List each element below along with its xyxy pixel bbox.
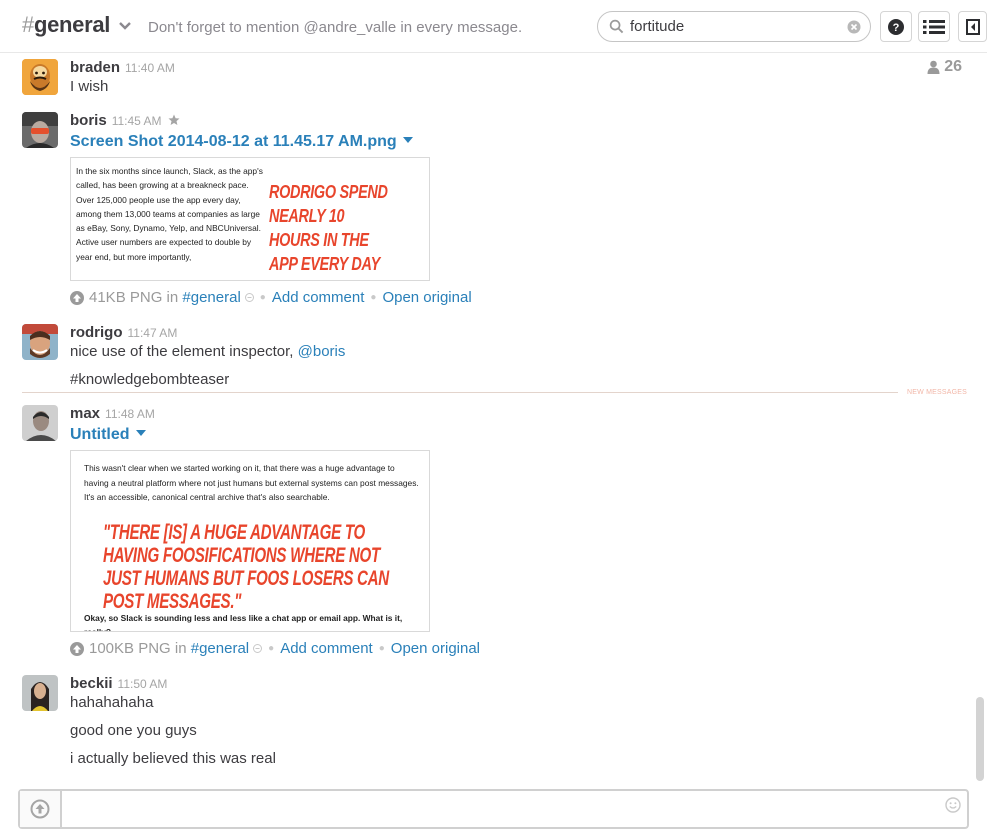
- upload-button[interactable]: [20, 791, 62, 827]
- file-thumbnail[interactable]: This wasn't clear when we started workin…: [70, 450, 430, 632]
- chevron-down-icon[interactable]: [118, 21, 132, 31]
- separator-dot: ●: [378, 643, 385, 654]
- file-meta: 100KB PNG in #general ● Add comment ● Op…: [70, 640, 950, 657]
- timestamp[interactable]: 11:48 AM: [105, 407, 155, 421]
- file-title-link[interactable]: Untitled: [70, 426, 950, 444]
- file-thumbnail[interactable]: In the six months since launch, Slack, a…: [70, 157, 430, 281]
- upload-arrow-icon: [30, 799, 50, 819]
- avatar[interactable]: [22, 324, 58, 360]
- message-composer: [18, 789, 969, 829]
- share-status-icon: [253, 644, 263, 653]
- username[interactable]: beckii: [70, 675, 113, 692]
- clear-search-icon[interactable]: [847, 20, 861, 34]
- upload-icon: [70, 641, 84, 656]
- channel-list-button[interactable]: [918, 11, 950, 42]
- collapse-sidebar-button[interactable]: [958, 11, 987, 42]
- file-size: 41KB PNG: [89, 289, 163, 306]
- file-channel-link[interactable]: #general: [182, 289, 240, 306]
- help-icon: ?: [888, 18, 904, 35]
- new-messages-divider: [22, 392, 898, 393]
- username[interactable]: boris: [70, 112, 107, 129]
- scrollbar-thumb[interactable]: [976, 697, 984, 781]
- channel-hash: #: [22, 12, 34, 37]
- message-text: #knowledgebombteaser: [70, 371, 230, 388]
- share-status-icon: [244, 293, 254, 302]
- thumbnail-quote: "THERE [IS] A HUGE ADVANTAGE TO HAVING F…: [103, 521, 389, 613]
- channel-name: general: [33, 12, 111, 37]
- channel-topic[interactable]: Don't forget to mention @andre_valle in …: [148, 19, 522, 36]
- message-text-content: nice use of the element inspector,: [70, 343, 298, 360]
- message-text: nice use of the element inspector, @bori…: [70, 342, 950, 362]
- open-original-link[interactable]: Open original: [391, 640, 480, 657]
- star-icon[interactable]: [168, 114, 180, 126]
- file-meta: 41KB PNG in #general ● Add comment ● Ope…: [70, 289, 950, 306]
- emoji-icon[interactable]: [945, 797, 961, 813]
- add-comment-link[interactable]: Add comment: [280, 640, 373, 657]
- avatar[interactable]: [22, 112, 58, 148]
- username[interactable]: max: [70, 405, 100, 422]
- timestamp[interactable]: 11:50 AM: [118, 677, 168, 691]
- username[interactable]: braden: [70, 59, 120, 76]
- search-icon: [609, 19, 624, 34]
- file-title: Untitled: [70, 426, 130, 443]
- avatar[interactable]: [22, 59, 58, 95]
- file-size: 100KB PNG: [89, 640, 171, 657]
- help-button[interactable]: ?: [880, 11, 912, 42]
- separator-dot: ●: [259, 292, 266, 303]
- sidebar-collapse-icon: [965, 18, 980, 35]
- open-original-link[interactable]: Open original: [382, 289, 471, 306]
- avatar[interactable]: [22, 405, 58, 441]
- message-text: hahahahaha: [70, 694, 154, 711]
- separator-dot: ●: [370, 292, 377, 303]
- file-in-label: in: [166, 289, 179, 306]
- add-comment-link[interactable]: Add comment: [272, 289, 365, 306]
- timestamp[interactable]: 11:47 AM: [128, 326, 178, 340]
- new-messages-label: NEW MESSAGES: [907, 389, 967, 396]
- list-icon: [923, 19, 945, 34]
- thumbnail-quote: RODRIGO SPEND NEARLY 10 HOURS IN THE APP…: [269, 181, 388, 274]
- file-channel-link[interactable]: #general: [191, 640, 249, 657]
- file-title: Screen Shot 2014-08-12 at 11.45.17 AM.pn…: [70, 133, 397, 150]
- user-mention-link[interactable]: @boris: [298, 343, 346, 360]
- svg-text:?: ?: [893, 22, 900, 34]
- thumbnail-text: In the six months since launch, Slack, a…: [76, 166, 263, 262]
- search-box[interactable]: [597, 11, 871, 42]
- scrollbar-track[interactable]: [976, 54, 987, 784]
- timestamp[interactable]: 11:45 AM: [112, 114, 162, 128]
- caret-down-icon[interactable]: [402, 137, 413, 144]
- file-title-link[interactable]: Screen Shot 2014-08-12 at 11.45.17 AM.pn…: [70, 133, 950, 151]
- message-text: I wish: [70, 78, 109, 95]
- avatar[interactable]: [22, 675, 58, 711]
- username[interactable]: rodrigo: [70, 324, 123, 341]
- message-list[interactable]: 26 braden 11:40 AM I wish boris 11:45 AM S…: [0, 54, 976, 784]
- caret-down-icon[interactable]: [135, 430, 146, 437]
- separator-dot: ●: [268, 643, 275, 654]
- thumbnail-text: This wasn't clear when we started workin…: [84, 463, 419, 502]
- timestamp[interactable]: 11:40 AM: [125, 61, 175, 75]
- channel-header: #general Don't forget to mention @andre_…: [0, 0, 987, 53]
- file-in-label: in: [174, 640, 187, 657]
- thumbnail-text-bottom: Okay, so Slack is sounding less and less…: [84, 613, 403, 632]
- message-input[interactable]: [66, 797, 936, 821]
- message-text: i actually believed this was real: [70, 750, 276, 767]
- upload-icon: [70, 290, 84, 305]
- search-input[interactable]: [630, 18, 840, 35]
- channel-title[interactable]: #general: [22, 12, 110, 38]
- message-text: good one you guys: [70, 722, 197, 739]
